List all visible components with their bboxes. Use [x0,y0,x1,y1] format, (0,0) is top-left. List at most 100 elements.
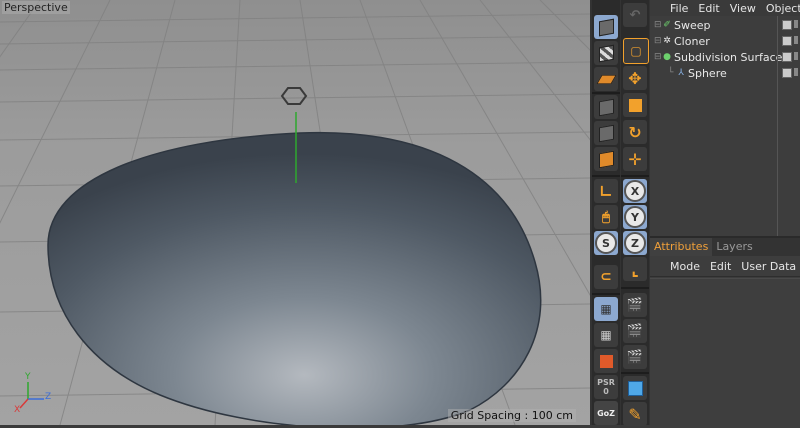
solo-button[interactable] [594,349,618,373]
attributes-menu: Mode Edit User Data [650,256,800,277]
tab-layers[interactable]: Layers [712,238,756,256]
toolbar-separator [592,293,620,295]
edges-mode-button[interactable] [594,121,618,145]
rotate-icon: ↻ [628,122,642,142]
subdivision-surface-icon: ● [663,52,671,62]
scale-tool-button[interactable] [623,93,647,117]
axis-gizmo-y-label: Y [25,372,31,382]
goz-button[interactable]: GoZ [594,401,618,425]
polygons-mode-button[interactable] [594,147,618,171]
grid-lock-icon: ▦ [600,302,612,316]
points-cube-icon [598,98,614,116]
attributes-body [650,278,800,428]
undo-button[interactable]: ↶ [623,3,647,27]
menu-file[interactable]: File [670,2,688,15]
viewport-label: Perspective [2,1,70,14]
grid-spacing-readout: Grid Spacing : 100 cm [447,409,576,422]
add-cube-button[interactable] [623,376,647,400]
toolbar-separator [621,372,649,374]
viewport-scene [0,0,590,425]
coordinate-system-button[interactable]: ⌞ [623,257,647,281]
points-mode-button[interactable] [594,95,618,119]
menu-edit[interactable]: Edit [710,260,731,273]
visibility-flags[interactable] [782,68,798,78]
render-to-picture-viewer-button[interactable]: 🎬 [623,319,647,343]
cloner-icon: ✲ [663,36,671,46]
lock-workplane-button[interactable]: ▦ [594,297,618,321]
snap-button[interactable]: S [594,231,618,255]
psr-label: PSR [597,378,615,387]
psr-button[interactable]: PSR 0 [594,375,618,399]
clapperboard-gear-icon: 🎬 [626,349,644,365]
grid-icon: ▦ [600,328,612,342]
render-settings-button[interactable]: 🎬 [623,345,647,369]
blue-cube-icon [627,380,643,396]
toolbar-separator [592,175,620,177]
move-tool-button[interactable]: ✥ [623,66,647,90]
visibility-flags[interactable] [782,36,798,46]
clapperboard-play-icon: 🎬 [626,323,644,339]
snap-s-icon: S [595,232,617,254]
visibility-flags[interactable] [782,52,798,62]
planar-workplane-button[interactable]: ▦ [594,323,618,347]
object-manager-column-divider [777,16,778,236]
toolbar-separator [621,175,649,177]
undo-icon: ↶ [629,7,641,23]
magnet-button[interactable]: ⊂ [594,265,618,289]
menu-edit[interactable]: Edit [698,2,719,15]
axis-corner-icon: ∟ [599,181,613,201]
psr-value: 0 [603,387,609,396]
render-view-button[interactable]: 🎬 [623,293,647,317]
create-tool-button[interactable]: ✛ [623,147,647,171]
coordinate-system-icon: ⌞ [631,259,639,279]
axis-mode-button[interactable]: ∟ [594,179,618,203]
pen-icon: ✎ [628,404,642,424]
axis-gizmo-x-label: X [14,405,21,415]
plus-icon: ✛ [628,149,642,169]
tab-attributes[interactable]: Attributes [650,238,713,256]
menu-user-data[interactable]: User Data [741,260,796,273]
tree-branch-icon: └ [668,68,674,78]
menu-view[interactable]: View [730,2,756,15]
menu-mode[interactable]: Mode [670,260,700,273]
y-axis-lock-button[interactable]: Y [623,205,647,229]
tree-expander-icon: ⊟ [654,36,662,46]
null-object-hexagon [280,87,308,105]
x-axis-lock-button[interactable]: X [623,179,647,203]
mouse-icon: 🖱 [602,209,610,225]
magnet-icon: ⊂ [600,269,612,285]
clapperboard-icon: 🎬 [626,297,644,313]
attributes-manager: Attributes Layers Mode Edit User Data [650,236,800,428]
add-pen-button[interactable]: ✎ [623,402,647,426]
sphere-object [47,131,542,425]
menu-objects[interactable]: Objects [766,2,800,15]
folder-icon [599,354,613,368]
tree-expander-icon: ⊟ [654,20,662,30]
scale-icon [628,98,642,112]
polygon-cube-icon [598,150,614,168]
workplane-mode-button[interactable] [594,67,618,91]
visibility-flags[interactable] [782,20,798,30]
workplane-icon [595,74,617,84]
tree-item-label: Sweep [674,18,711,32]
rotate-tool-button[interactable]: ↻ [623,120,647,144]
z-axis-icon: Z [624,232,646,254]
z-axis-lock-button[interactable]: Z [623,231,647,255]
move-arrows-icon: ✥ [628,68,642,88]
3d-viewport[interactable]: Perspective Y Z X Grid Spacing : 100 cm [0,0,590,425]
tweak-mode-button[interactable]: 🖱 [594,205,618,229]
live-selection-button[interactable]: ▢ [623,38,649,64]
x-axis-icon: X [624,180,646,202]
axis-gizmo-z-label: Z [45,392,52,402]
sphere-icon: ⅄ [678,68,684,78]
cube-icon [598,18,614,36]
tool-palette: ∟ 🖱 S ⊂ ▦ ▦ PSR 0 GoZ ↶ ▢ ✥ ↻ ✛ X Y Z ⌞ … [590,0,650,426]
tree-item-label: Subdivision Surface [674,50,783,64]
toolbar-separator [621,287,649,289]
model-mode-button[interactable] [594,15,618,39]
y-axis-icon: Y [624,206,646,228]
edges-cube-icon [598,124,614,142]
texture-mode-button[interactable] [594,41,618,65]
object-manager-menu: File Edit View Objects [650,0,800,16]
tree-item-label: Cloner [674,34,710,48]
